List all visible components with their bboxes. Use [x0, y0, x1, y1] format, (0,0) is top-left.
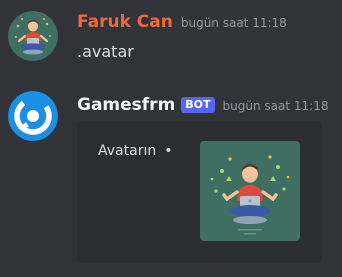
timestamp: bugün saat 11:18 [222, 99, 329, 113]
message-header: Faruk Can bugün saat 11:18 [77, 12, 287, 32]
embed-separator: • [164, 143, 173, 159]
embed-description-text: Avatarın [98, 143, 157, 159]
bot-tag: BOT [181, 97, 215, 113]
person-meditating-laptop-icon [8, 11, 58, 61]
embed: Avatarın • [77, 121, 322, 263]
timestamp: bugün saat 11:18 [180, 16, 287, 30]
embed-thumbnail[interactable] [200, 141, 300, 241]
gamesfrm-logo-icon [8, 91, 58, 141]
username[interactable]: Gamesfrm [77, 95, 175, 115]
message-header: Gamesfrm BOT bugün saat 11:18 [77, 95, 328, 115]
user-avatar[interactable] [8, 11, 58, 61]
message-content: .avatar [77, 42, 134, 61]
chat-area: Faruk Can bugün saat 11:18 .avatar Gamesf… [0, 0, 342, 277]
person-meditating-laptop-icon [200, 141, 300, 241]
embed-description: Avatarın • [98, 143, 172, 159]
username[interactable]: Faruk Can [77, 12, 173, 32]
bot-avatar[interactable] [8, 91, 58, 141]
